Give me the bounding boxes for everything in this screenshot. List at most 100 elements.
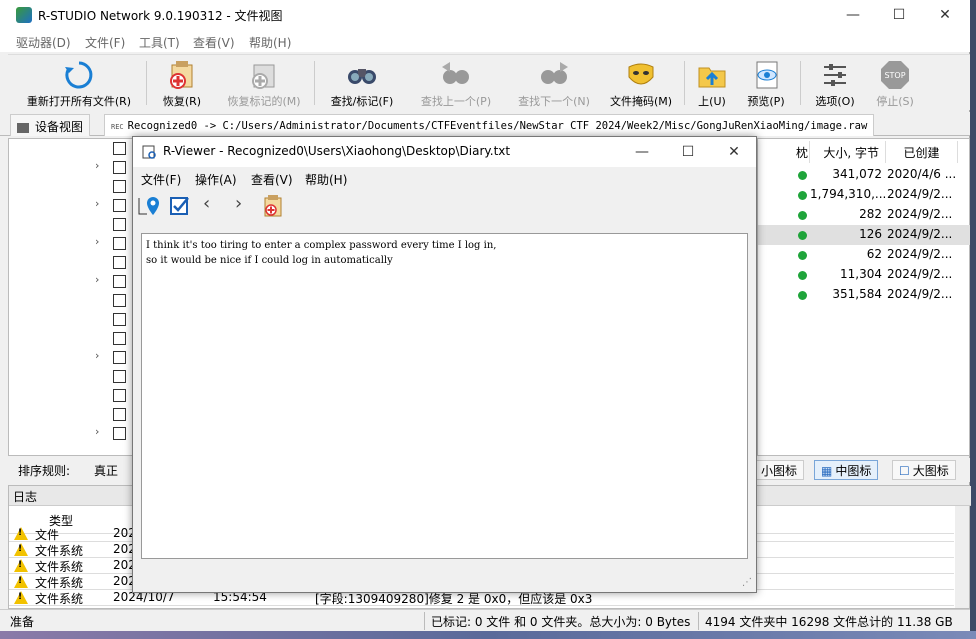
menu-view[interactable]: 查看(V) (193, 34, 235, 51)
tree-checkbox[interactable] (113, 408, 126, 421)
tree-checkbox[interactable] (113, 218, 126, 231)
recover-marked-button[interactable]: 恢复标记的(M) (216, 57, 312, 111)
close-button[interactable]: ✕ (922, 0, 968, 30)
goto-location-icon[interactable] (137, 195, 163, 217)
tab-device-view[interactable]: 设备视图 (10, 114, 91, 136)
maximize-button[interactable]: ☐ (876, 0, 922, 30)
raw-file-icon: REC (111, 123, 124, 131)
viewer-title-bar: R-Viewer - Recognized0\Users\Xiaohong\De… (133, 137, 756, 167)
viewer-app-icon (142, 145, 156, 159)
viewer-menu-view[interactable]: 查看(V) (251, 171, 293, 188)
tree-checkbox[interactable] (113, 161, 126, 174)
tree-checkbox[interactable] (113, 332, 126, 345)
viewer-menu-action[interactable]: 操作(A) (195, 171, 237, 188)
tree-checkbox[interactable] (113, 294, 126, 307)
menu-tools[interactable]: 工具(T) (139, 34, 180, 51)
sliders-icon (824, 64, 846, 86)
status-dot-icon (798, 271, 807, 280)
column-header-flag[interactable]: 枕 (796, 141, 810, 163)
status-dot-icon (798, 171, 807, 180)
small-icons-button[interactable]: 小图标 (754, 460, 805, 480)
file-mask-button[interactable]: 文件掩码(M) (604, 57, 678, 111)
minimize-button[interactable]: — (830, 0, 876, 30)
tree-checkbox[interactable] (113, 389, 126, 402)
square-icon: ☐ (899, 464, 910, 478)
binoculars-right-icon (541, 62, 568, 84)
menu-help[interactable]: 帮助(H) (249, 34, 291, 51)
expand-chevron-icon[interactable]: › (95, 349, 99, 362)
list-row[interactable]: 62 2024/9/2... (758, 245, 970, 265)
list-row[interactable]: 11,304 2024/9/2... (758, 265, 970, 285)
column-header-size[interactable]: 大小, 字节 (810, 141, 886, 163)
viewer-maximize-button[interactable]: ☐ (665, 137, 711, 167)
options-button[interactable]: 选项(O) (806, 57, 864, 111)
binoculars-left-icon (442, 62, 469, 84)
forward-arrow-icon[interactable]: › (235, 193, 242, 214)
recover-marked-icon (252, 64, 275, 89)
list-row-selected[interactable]: 126 2024/9/2... (758, 225, 970, 245)
tree-checkbox[interactable] (113, 237, 126, 250)
tree-checkbox[interactable] (113, 142, 126, 155)
status-bar: 准备 已标记: 0 文件 和 0 文件夹。总大小为: 0 Bytes 4194 … (0, 609, 970, 631)
expand-chevron-icon[interactable]: › (95, 159, 99, 172)
tree-checkbox[interactable] (113, 199, 126, 212)
tree-checkbox[interactable] (113, 351, 126, 364)
large-icons-button[interactable]: ☐ 大图标 (892, 460, 956, 480)
expand-chevron-icon[interactable]: › (95, 425, 99, 438)
viewer-text-content[interactable]: I think it's too tiring to enter a compl… (141, 233, 748, 559)
find-next-button[interactable]: 查找下一个(N) (506, 57, 602, 111)
tree-checkbox[interactable] (113, 427, 126, 440)
recover-file-icon[interactable] (261, 194, 285, 218)
window-title: R-STUDIO Network 9.0.190312 - 文件视图 (38, 9, 283, 23)
tree-checkbox[interactable] (113, 256, 126, 269)
tab-file-view[interactable]: REC Recognized0 -> C:/Users/Administrator… (104, 114, 875, 136)
log-scrollbar[interactable] (955, 506, 969, 608)
resize-grip-icon[interactable]: ⋰ (742, 577, 752, 588)
tree-checkbox[interactable] (113, 180, 126, 193)
viewer-minimize-button[interactable]: — (619, 137, 665, 167)
desktop-edge (970, 0, 976, 639)
stop-icon-text: STOP (884, 71, 905, 80)
device-icon (17, 122, 29, 133)
reopen-all-button[interactable]: 重新打开所有文件(R) (16, 57, 142, 111)
find-mark-button[interactable]: 查找/标记(F) (318, 57, 406, 111)
preview-button[interactable]: 预览(P) (740, 57, 792, 111)
menu-bar: 驱动器(D) 文件(F) 工具(T) 查看(V) 帮助(H) (0, 30, 970, 52)
viewer-toolbar: ‹ › (133, 191, 756, 221)
binoculars-icon (348, 69, 376, 84)
viewer-menu-help[interactable]: 帮助(H) (305, 171, 347, 188)
menu-file[interactable]: 文件(F) (85, 34, 125, 51)
tab-bar: 设备视图 REC Recognized0 -> C:/Users/Administ… (0, 112, 970, 136)
column-header-created[interactable]: 已创建 (886, 141, 958, 163)
medium-icons-button[interactable]: ▦ 中图标 (814, 460, 879, 480)
mask-icon (628, 63, 654, 85)
recover-icon (170, 61, 193, 89)
expand-chevron-icon[interactable]: › (95, 235, 99, 248)
back-arrow-icon[interactable]: ‹ (203, 193, 210, 214)
up-button[interactable]: 上(U) (690, 57, 734, 111)
recover-button[interactable]: 恢复(R) (152, 57, 212, 111)
tree-checkbox[interactable] (113, 275, 126, 288)
viewer-close-button[interactable]: ✕ (711, 137, 757, 167)
stop-button[interactable]: STOP 停止(S) (866, 57, 924, 111)
expand-chevron-icon[interactable]: › (95, 273, 99, 286)
find-previous-button[interactable]: 查找上一个(P) (408, 57, 504, 111)
stop-icon: STOP (881, 61, 909, 89)
tree-checkbox[interactable] (113, 370, 126, 383)
list-row[interactable]: 351,584 2024/9/2... (758, 285, 970, 305)
viewer-menu-bar: 文件(F) 操作(A) 查看(V) 帮助(H) (133, 167, 756, 189)
sort-value[interactable]: 真正 (94, 462, 118, 479)
expand-chevron-icon[interactable]: › (95, 197, 99, 210)
list-row[interactable]: 341,072 2020/4/6 ... (758, 165, 970, 185)
tree-checkbox[interactable] (113, 313, 126, 326)
viewer-status-bar: ⋰ (133, 577, 756, 592)
grid-icon: ▦ (821, 464, 833, 478)
status-ready: 准备 (10, 615, 35, 629)
toolbar: 重新打开所有文件(R) 恢复(R) 恢复标记的(M) 查找/标记(F) 查找上一… (8, 54, 970, 110)
list-row[interactable]: 1,794,310,... 2024/9/2... (758, 185, 970, 205)
folder-up-icon (698, 67, 726, 88)
menu-drives[interactable]: 驱动器(D) (16, 34, 71, 51)
viewer-menu-file[interactable]: 文件(F) (141, 171, 181, 188)
list-row[interactable]: 282 2024/9/2... (758, 205, 970, 225)
checkbox-checked-icon[interactable] (169, 195, 191, 217)
